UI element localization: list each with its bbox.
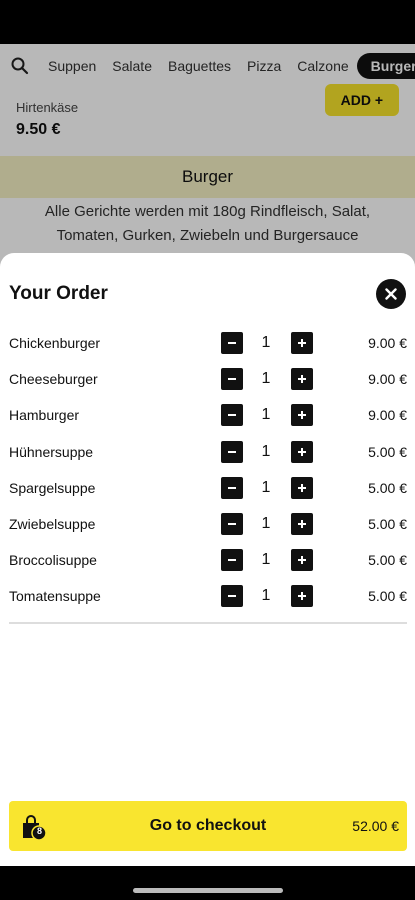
order-item-price: 5.00 € bbox=[368, 443, 407, 460]
order-item-price: 5.00 € bbox=[368, 588, 407, 605]
order-item-price: 5.00 € bbox=[368, 479, 407, 496]
close-icon bbox=[385, 288, 397, 300]
order-row: Hühnersuppe 1 5.00 € bbox=[9, 434, 407, 470]
order-item-price: 5.00 € bbox=[368, 516, 407, 533]
increase-button[interactable] bbox=[291, 476, 313, 499]
order-title: Your Order bbox=[9, 283, 108, 304]
order-item-price: 9.00 € bbox=[368, 335, 407, 352]
quantity-value: 1 bbox=[261, 478, 271, 496]
order-item-name: Tomatensuppe bbox=[9, 588, 101, 605]
order-item-name: Hühnersuppe bbox=[9, 443, 94, 460]
order-item-name: Zwiebelsuppe bbox=[9, 516, 96, 533]
order-item-price: 9.00 € bbox=[368, 407, 407, 424]
quantity-value: 1 bbox=[261, 406, 271, 424]
quantity-value: 1 bbox=[261, 515, 271, 533]
quantity-value: 1 bbox=[261, 551, 271, 569]
order-item-name: Cheeseburger bbox=[9, 371, 98, 388]
order-item-name: Chickenburger bbox=[9, 335, 101, 352]
increase-button[interactable] bbox=[291, 404, 313, 427]
order-list: Chickenburger 1 9.00 € Cheeseburger 1 9.… bbox=[9, 325, 407, 615]
decrease-button[interactable] bbox=[221, 585, 243, 608]
quantity-value: 1 bbox=[261, 370, 271, 388]
order-item-name: Broccolisuppe bbox=[9, 552, 97, 569]
order-item-name: Hamburger bbox=[9, 407, 80, 424]
increase-button[interactable] bbox=[291, 513, 313, 536]
quantity-value: 1 bbox=[261, 334, 271, 352]
quantity-value: 1 bbox=[261, 587, 271, 605]
system-nav-bar bbox=[0, 866, 415, 900]
decrease-button[interactable] bbox=[221, 476, 243, 499]
decrease-button[interactable] bbox=[221, 332, 243, 355]
checkout-label: Go to checkout bbox=[149, 817, 267, 834]
order-row: Spargelsuppe 1 5.00 € bbox=[9, 470, 407, 506]
order-item-price: 5.00 € bbox=[368, 552, 407, 569]
decrease-button[interactable] bbox=[221, 368, 243, 391]
decrease-button[interactable] bbox=[221, 549, 243, 572]
increase-button[interactable] bbox=[291, 368, 313, 391]
increase-button[interactable] bbox=[291, 549, 313, 572]
order-row: Tomatensuppe 1 5.00 € bbox=[9, 578, 407, 614]
increase-button[interactable] bbox=[291, 440, 313, 463]
quantity-value: 1 bbox=[261, 442, 271, 460]
order-item-price: 9.00 € bbox=[368, 371, 407, 388]
order-row: Cheeseburger 1 9.00 € bbox=[9, 361, 407, 397]
order-sheet: Your Order Chickenburger 1 9.00 € Cheese… bbox=[0, 253, 415, 900]
order-row: Zwiebelsuppe 1 5.00 € bbox=[9, 506, 407, 542]
decrease-button[interactable] bbox=[221, 440, 243, 463]
checkout-button[interactable]: 8 Go to checkout 52.00 € bbox=[9, 801, 407, 851]
order-row: Chickenburger 1 9.00 € bbox=[9, 325, 407, 361]
home-indicator[interactable] bbox=[133, 888, 283, 893]
order-item-name: Spargelsuppe bbox=[9, 479, 96, 496]
order-row: Hamburger 1 9.00 € bbox=[9, 397, 407, 433]
close-button[interactable] bbox=[376, 279, 406, 309]
order-divider bbox=[9, 622, 407, 624]
increase-button[interactable] bbox=[291, 332, 313, 355]
status-bar bbox=[0, 0, 415, 44]
increase-button[interactable] bbox=[291, 585, 313, 608]
order-row: Broccolisuppe 1 5.00 € bbox=[9, 542, 407, 578]
checkout-total: 52.00 € bbox=[352, 818, 399, 834]
decrease-button[interactable] bbox=[221, 404, 243, 427]
decrease-button[interactable] bbox=[221, 513, 243, 536]
